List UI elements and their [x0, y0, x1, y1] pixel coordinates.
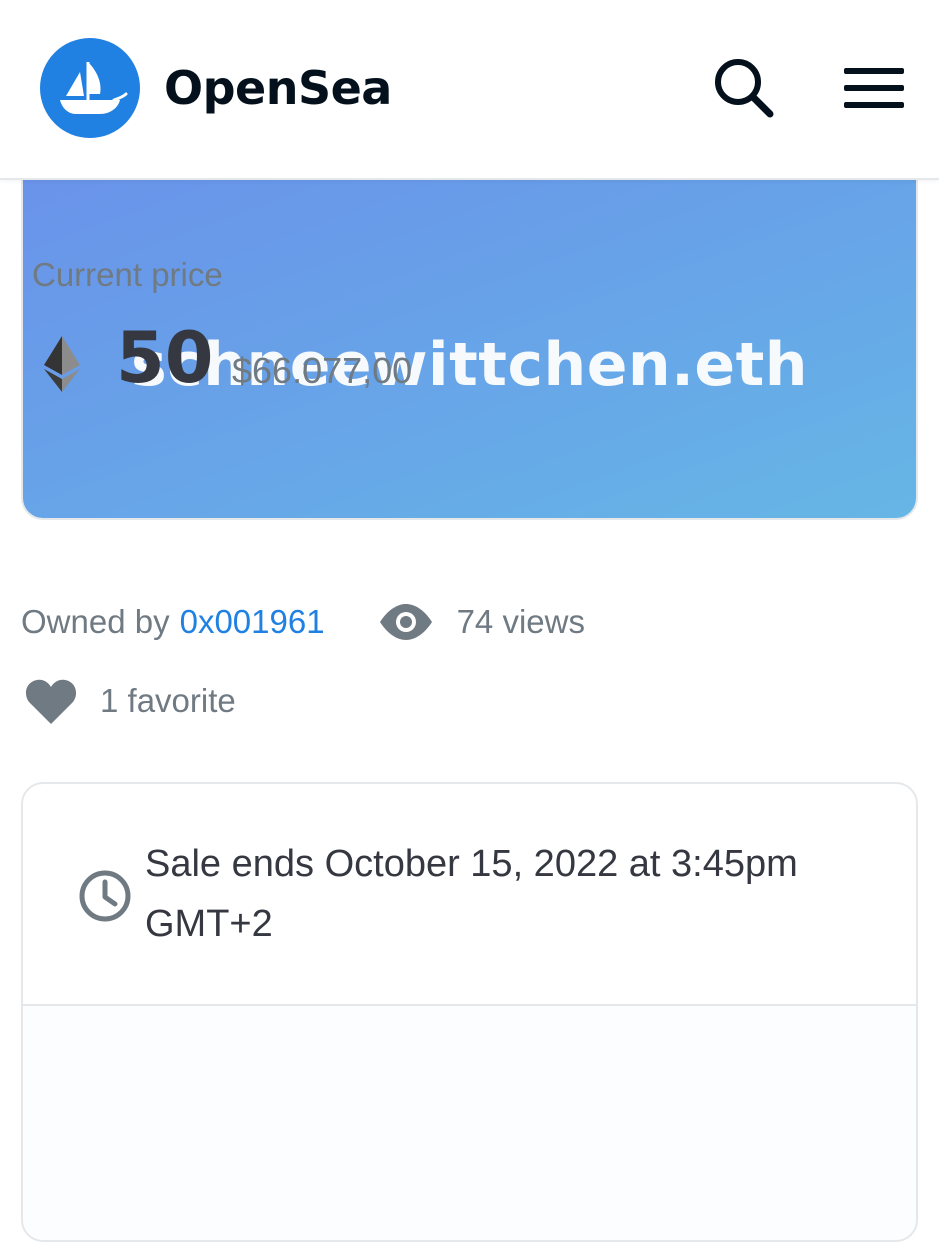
favorites-count: 1 favorite: [100, 682, 236, 719]
ethereum-icon: [40, 334, 84, 394]
brand-name[interactable]: OpenSea: [164, 58, 392, 118]
top-nav-bar: OpenSea: [0, 0, 939, 180]
sale-end-text: Sale ends October 15, 2022 at 3:45pm GMT…: [145, 843, 798, 945]
opensea-logo[interactable]: [40, 38, 140, 138]
search-button[interactable]: [708, 52, 778, 122]
price-amount: 50: [116, 317, 214, 399]
owner-link[interactable]: 0x001961: [180, 603, 325, 641]
views-count: 74 views: [456, 603, 585, 640]
menu-button[interactable]: [840, 60, 908, 116]
sale-card: Sale ends October 15, 2022 at 3:45pm GMT…: [21, 782, 918, 1242]
price-usd: $66.077,00: [232, 350, 413, 391]
price-section: [23, 1006, 916, 1240]
hamburger-menu-icon: [844, 68, 904, 108]
eye-icon: [377, 602, 435, 642]
owner-views-row: Owned by 0x001961 74 views: [21, 598, 585, 646]
opensea-ship-icon: [60, 62, 128, 114]
search-icon: [715, 59, 774, 118]
current-price-label: Current price: [32, 256, 223, 293]
sale-end-section: Sale ends October 15, 2022 at 3:45pm GMT…: [23, 784, 916, 1006]
favorites-row[interactable]: 1 favorite: [24, 676, 236, 726]
heart-icon[interactable]: [24, 676, 78, 726]
clock-icon: [77, 868, 133, 924]
owned-by-label: Owned by: [21, 603, 170, 640]
